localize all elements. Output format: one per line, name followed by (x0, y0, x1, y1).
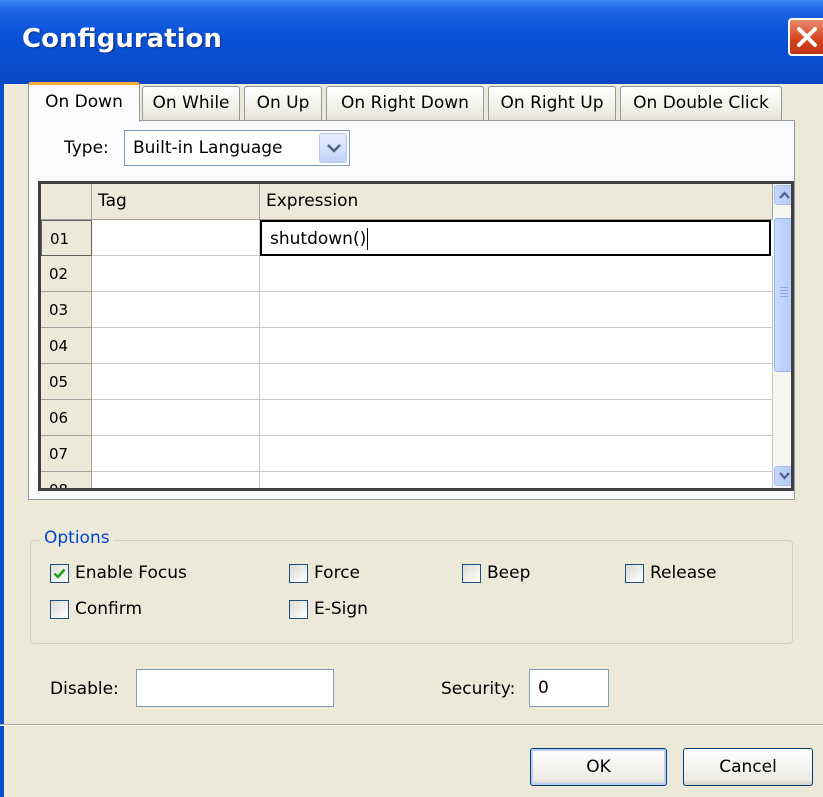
expression-text: shutdown() (270, 229, 367, 249)
tag-cell[interactable] (92, 436, 260, 472)
chevron-up-icon (779, 191, 790, 199)
row-number[interactable]: 05 (41, 364, 92, 400)
table-row[interactable]: 06 (41, 400, 773, 436)
checkbox-box[interactable] (289, 599, 308, 619)
row-number[interactable]: 06 (41, 400, 92, 436)
expression-cell[interactable] (260, 436, 773, 472)
tab-on-while[interactable]: On While (142, 86, 240, 120)
checkbox-force[interactable]: Force (289, 563, 360, 583)
checkbox-label: Beep (487, 563, 531, 583)
checkbox-box[interactable] (50, 599, 69, 619)
row-number[interactable]: 02 (41, 256, 92, 292)
tag-cell[interactable] (92, 364, 260, 400)
grid-corner-header (41, 184, 92, 220)
ok-button[interactable]: OK (530, 748, 667, 786)
column-header-tag[interactable]: Tag (92, 184, 260, 220)
checkbox-beep[interactable]: Beep (462, 563, 530, 583)
type-select-value: Built-in Language (133, 138, 283, 158)
expression-cell[interactable] (260, 472, 773, 488)
expression-cell[interactable] (260, 400, 773, 436)
table-row[interactable]: 05 (41, 364, 773, 400)
table-row[interactable]: 04 (41, 328, 773, 364)
checkbox-label: Confirm (75, 599, 143, 619)
checkbox-label: E-Sign (314, 599, 368, 619)
vertical-scrollbar[interactable] (773, 184, 791, 488)
tag-cell[interactable] (92, 400, 260, 436)
scroll-down-button[interactable] (774, 466, 791, 486)
row-number[interactable]: 01 (41, 220, 92, 256)
disable-label: Disable: (50, 679, 119, 699)
options-group (30, 540, 793, 644)
expression-grid[interactable]: Tag Expression 01 shutdown() 02 03 04 05 (38, 181, 794, 491)
checkbox-confirm[interactable]: Confirm (50, 599, 142, 619)
tag-cell[interactable] (92, 256, 260, 292)
row-number[interactable]: 07 (41, 436, 92, 472)
divider (0, 724, 823, 726)
tab-on-down[interactable]: On Down (28, 82, 140, 122)
type-select[interactable]: Built-in Language (124, 130, 350, 166)
scroll-thumb[interactable] (774, 218, 791, 372)
checkbox-box[interactable] (50, 563, 69, 583)
checkbox-label: Force (314, 563, 360, 583)
checkbox-label: Enable Focus (75, 563, 187, 583)
window-title: Configuration (22, 24, 222, 54)
thumb-grip (780, 293, 788, 294)
checkbox-esign[interactable]: E-Sign (289, 599, 368, 619)
tab-on-right-down[interactable]: On Right Down (326, 86, 484, 120)
expression-cell[interactable] (260, 364, 773, 400)
tag-cell[interactable] (92, 472, 260, 488)
checkbox-release[interactable]: Release (625, 563, 716, 583)
tab-on-double-click[interactable]: On Double Click (620, 86, 782, 120)
tag-cell[interactable] (92, 220, 260, 256)
expression-cell-editing[interactable]: shutdown() (260, 220, 771, 256)
tab-on-right-up[interactable]: On Right Up (488, 86, 616, 120)
checkbox-box[interactable] (462, 563, 481, 583)
column-header-expression[interactable]: Expression (260, 184, 773, 220)
expression-cell[interactable] (260, 292, 773, 328)
checkbox-box[interactable] (625, 563, 644, 583)
close-button[interactable] (788, 18, 823, 56)
checkmark-icon (53, 568, 66, 579)
cancel-button[interactable]: Cancel (683, 748, 813, 786)
row-number[interactable]: 08 (41, 472, 92, 488)
tab-on-up[interactable]: On Up (244, 86, 322, 120)
security-label: Security: (441, 679, 516, 699)
options-group-label: Options (40, 528, 114, 548)
title-bar[interactable]: Configuration (0, 0, 823, 84)
thumb-grip (780, 287, 788, 288)
close-icon (797, 27, 817, 47)
thumb-grip (780, 290, 788, 291)
row-number[interactable]: 03 (41, 292, 92, 328)
tag-cell[interactable] (92, 328, 260, 364)
chevron-down-icon (779, 472, 790, 480)
table-row[interactable]: 07 (41, 436, 773, 472)
checkbox-box[interactable] (289, 563, 308, 583)
disable-input[interactable] (136, 669, 334, 707)
checkbox-label: Release (650, 563, 717, 583)
configuration-dialog: Configuration On Down On While On Up On … (0, 0, 823, 797)
type-label: Type: (64, 138, 109, 158)
tag-cell[interactable] (92, 292, 260, 328)
row-number[interactable]: 04 (41, 328, 92, 364)
window-frame (0, 84, 4, 797)
checkbox-enable-focus[interactable]: Enable Focus (50, 563, 187, 583)
security-input[interactable]: 0 (529, 669, 609, 707)
expression-cell[interactable] (260, 328, 773, 364)
chevron-down-icon (327, 144, 341, 153)
dropdown-button[interactable] (319, 133, 347, 163)
table-row[interactable]: 02 (41, 256, 773, 292)
table-row[interactable]: 08 (41, 472, 773, 488)
expression-cell[interactable] (260, 256, 773, 292)
thumb-grip (780, 296, 788, 297)
text-caret (367, 228, 369, 250)
scroll-up-button[interactable] (774, 185, 791, 205)
table-row[interactable]: 03 (41, 292, 773, 328)
table-row[interactable]: 01 shutdown() (41, 220, 773, 256)
